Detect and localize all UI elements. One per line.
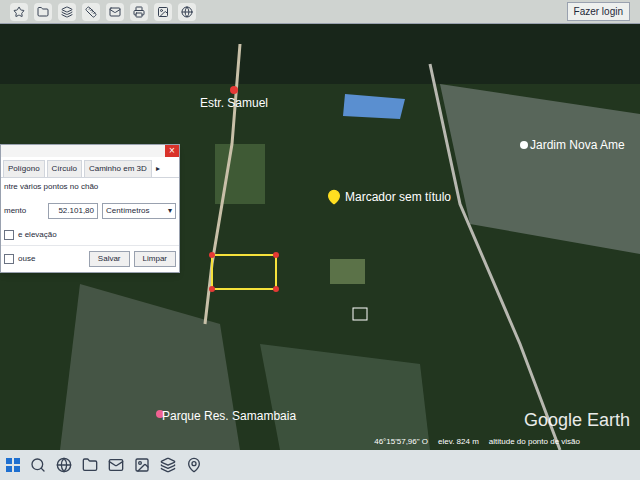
tab[interactable]: Círculo [47,160,82,177]
dialog-button[interactable]: Limpar [134,251,176,267]
placemark[interactable]: Marcador sem título [326,188,451,206]
watermark: Google Earth [524,407,630,434]
pin-icon [326,189,342,205]
place-label[interactable]: Jardim Nova Ame [530,136,625,154]
toolbar-button[interactable] [154,3,172,21]
tab[interactable]: Caminho em 3D [84,160,152,177]
tool-icon [133,6,145,18]
elevation-label: e elevação [18,229,57,241]
tab[interactable]: Polígono [3,160,45,177]
status-bar: 46°15'57,96" Oelev. 824 maltitude do pon… [374,436,580,448]
dialog-tabs: PolígonoCírculoCaminho em 3D▸ [1,157,179,178]
taskbar-app-icon[interactable] [160,457,176,473]
tool-icon [61,6,73,18]
tool-icon [37,6,49,18]
login-button[interactable]: Fazer login [567,2,630,21]
taskbar-app-icon[interactable] [56,457,72,473]
value-field[interactable]: 52.101,80 [48,203,98,219]
taskbar [0,450,640,480]
place-dot[interactable] [230,86,238,94]
place-label[interactable]: Estr. Samuel [200,94,268,112]
toolbar: Fazer login [0,0,640,24]
elevation-checkbox[interactable] [4,230,14,240]
taskbar-app-icon[interactable] [82,457,98,473]
instruction: ntre vários pontos no chão [1,178,179,193]
toolbar-button[interactable] [34,3,52,21]
place-dot[interactable] [520,141,528,149]
measure-dialog: ×PolígonoCírculoCaminho em 3D▸ntre vário… [0,144,180,273]
tool-icon [85,6,97,18]
toolbar-button[interactable] [130,3,148,21]
field-label: mento [4,205,44,217]
toolbar-button[interactable] [178,3,196,21]
tool-icon [13,6,25,18]
mouse-label: ouse [18,253,85,265]
close-button[interactable]: × [165,145,179,157]
tool-icon [109,6,121,18]
toolbar-button[interactable] [82,3,100,21]
taskbar-app-icon[interactable] [186,457,202,473]
tabs-scroll[interactable]: ▸ [154,163,162,175]
toolbar-button[interactable] [10,3,28,21]
mouse-checkbox[interactable] [4,254,14,264]
taskbar-app-icon[interactable] [134,457,150,473]
tool-icon [157,6,169,18]
toolbar-button[interactable] [58,3,76,21]
toolbar-button[interactable] [106,3,124,21]
tool-icon [181,6,193,18]
screen: Fazer login Estr. Samuel Jardim Nova Ame Pa… [0,0,640,480]
place-label[interactable]: Parque Res. Samambaia [162,407,296,425]
taskbar-app-icon[interactable] [108,457,124,473]
map-view[interactable]: Estr. Samuel Jardim Nova Ame Parque Res. S… [0,24,640,450]
dialog-titlebar: × [1,145,179,157]
windows-icon[interactable] [6,458,20,472]
taskbar-app-icon[interactable] [30,457,46,473]
unit-select[interactable]: Centímetros▾ [102,203,176,219]
dialog-button[interactable]: Salvar [89,251,130,267]
